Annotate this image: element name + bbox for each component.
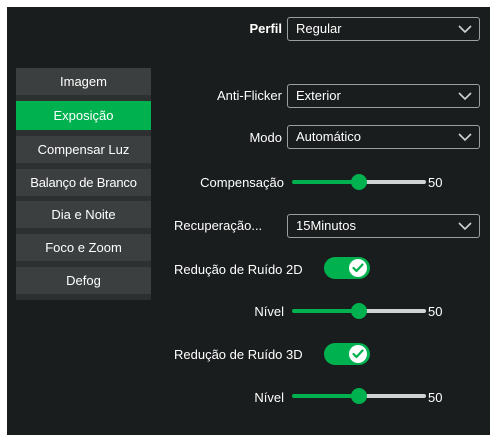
check-icon (352, 263, 364, 273)
chevron-down-icon (458, 25, 472, 34)
nr3d-label: Redução de Ruído 3D (174, 347, 303, 362)
slider-filled-track (292, 394, 359, 398)
mode-select[interactable]: Automático (287, 125, 480, 149)
nr3d-level-value: 50 (428, 390, 443, 405)
profile-select[interactable]: Regular (287, 17, 480, 41)
nr3d-toggle[interactable] (324, 343, 370, 365)
profile-label: Perfil (249, 21, 282, 36)
sidebar-item-defog[interactable]: Defog (16, 267, 151, 294)
recovery-select[interactable]: 15Minutos (287, 214, 480, 238)
chevron-down-icon (458, 92, 472, 101)
anti-flicker-label: Anti-Flicker (216, 88, 282, 103)
mode-select-value: Automático (296, 129, 362, 144)
recovery-select-value: 15Minutos (296, 218, 356, 233)
nr2d-level-value: 50 (428, 304, 443, 319)
slider-thumb[interactable] (351, 388, 367, 404)
nr3d-level-label: Nível (254, 390, 284, 405)
nr2d-level-slider[interactable] (292, 302, 426, 320)
nr2d-label: Redução de Ruído 2D (174, 262, 303, 277)
slider-empty-track (359, 309, 426, 313)
mode-label: Modo (249, 130, 282, 145)
slider-filled-track (292, 180, 359, 184)
sidebar-item-dia-e-noite[interactable]: Dia e Noite (16, 201, 151, 228)
nr2d-toggle[interactable] (324, 257, 370, 279)
sidebar-item-exposicao[interactable]: Exposição (16, 101, 151, 130)
chevron-down-icon (458, 222, 472, 231)
slider-filled-track (292, 309, 359, 313)
slider-empty-track (359, 180, 426, 184)
anti-flicker-select-value: Exterior (296, 88, 341, 103)
nr2d-level-label: Nível (254, 304, 284, 319)
compensation-slider[interactable] (292, 173, 426, 191)
chevron-down-icon (458, 133, 472, 142)
toggle-knob (349, 259, 367, 277)
compensation-value: 50 (428, 175, 443, 190)
check-icon (352, 349, 364, 359)
anti-flicker-select[interactable]: Exterior (287, 84, 480, 108)
compensation-label: Compensação (200, 175, 284, 190)
nr3d-level-slider[interactable] (292, 387, 426, 405)
slider-thumb[interactable] (351, 174, 367, 190)
profile-select-value: Regular (296, 21, 342, 36)
slider-thumb[interactable] (351, 303, 367, 319)
sidebar-item-compensar-luz[interactable]: Compensar Luz (16, 136, 151, 163)
sidebar-item-imagem[interactable]: Imagem (16, 68, 151, 95)
sidebar-item-balanco-de-branco[interactable]: Balanço de Branco (16, 169, 151, 196)
slider-empty-track (359, 394, 426, 398)
recovery-label: Recuperação... (174, 218, 263, 233)
toggle-knob (349, 345, 367, 363)
sidebar-item-foco-e-zoom[interactable]: Foco e Zoom (16, 234, 151, 261)
